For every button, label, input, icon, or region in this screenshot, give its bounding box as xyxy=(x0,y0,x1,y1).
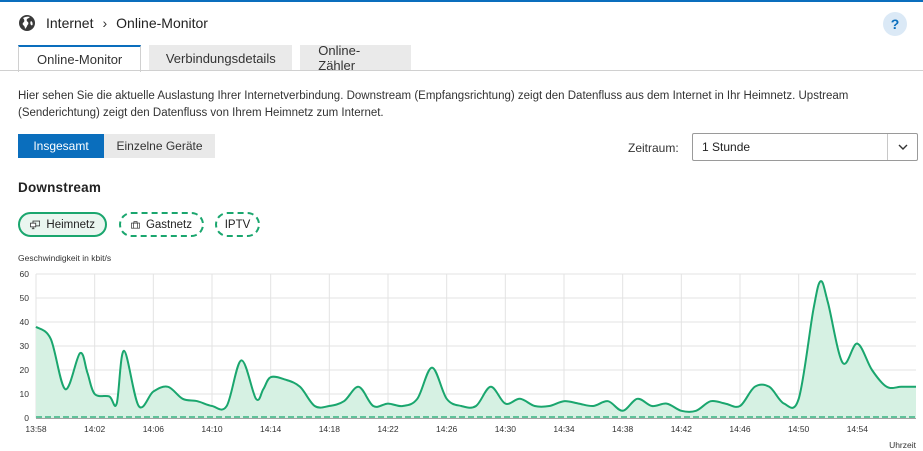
chart-x-tick-label: 14:26 xyxy=(436,424,458,434)
chart-x-tick-label: 14:50 xyxy=(788,424,810,434)
monitor-icon xyxy=(30,220,41,229)
intro-text: Hier sehen Sie die aktuelle Auslastung I… xyxy=(18,90,849,119)
view-devices-button[interactable]: Einzelne Geräte xyxy=(104,134,215,158)
chart-x-tick-label: 13:58 xyxy=(25,424,47,434)
tab-verbindungsdetails[interactable]: Verbindungsdetails xyxy=(149,45,293,71)
chart-y-tick-label: 60 xyxy=(20,269,30,279)
chart-x-tick-label: 14:14 xyxy=(260,424,282,434)
chart-x-tick-label: 14:06 xyxy=(143,424,165,434)
chart-y-tick-label: 20 xyxy=(20,365,30,375)
tab-online-zaehler[interactable]: Online-Zähler xyxy=(300,43,412,73)
chart-x-tick-label: 14:34 xyxy=(553,424,575,434)
zeitraum-value: 1 Stunde xyxy=(702,140,751,154)
chart-y-ticks: 0 10 20 30 40 50 60 xyxy=(20,269,30,423)
help-button[interactable]: ? xyxy=(883,12,907,36)
filter-gastnetz-chip[interactable]: Gastnetz xyxy=(119,212,204,237)
filter-gastnetz-label: Gastnetz xyxy=(145,218,192,231)
chart-x-tick-label: 14:18 xyxy=(319,424,341,434)
chart-x-ticks: 13:58 14:02 14:06 14:10 14:14 14:18 14:22 14:26… xyxy=(25,424,868,434)
chart-x-tick-label: 14:46 xyxy=(729,424,751,434)
chart-x-tick-label: 14:54 xyxy=(847,424,869,434)
tab-online-monitor[interactable]: Online-Monitor xyxy=(18,45,142,72)
chart-series-area xyxy=(36,281,916,418)
zeitraum-label: Zeitraum: xyxy=(628,141,679,155)
filter-heimnetz-chip[interactable]: Heimnetz xyxy=(18,212,107,237)
tab-bar: Online-Monitor Verbindungsdetails Online… xyxy=(18,43,419,73)
globe-icon xyxy=(18,14,36,32)
tab-divider xyxy=(0,70,923,71)
chart-x-tick-label: 14:30 xyxy=(495,424,517,434)
chart-x-tick-label: 14:42 xyxy=(671,424,693,434)
downstream-title: Downstream xyxy=(18,180,102,195)
chart-x-axis-label: Uhrzeit xyxy=(889,440,917,450)
filter-iptv-chip[interactable]: IPTV xyxy=(215,212,260,237)
breadcrumb: Internet › Online-Monitor xyxy=(18,12,208,34)
top-accent-line xyxy=(0,0,923,2)
chart-series xyxy=(35,280,917,418)
chart-y-tick-label: 0 xyxy=(24,413,29,423)
chart-y-tick-label: 10 xyxy=(20,389,30,399)
breadcrumb-current: Online-Monitor xyxy=(116,15,208,31)
view-toggle: Insgesamt Einzelne Geräte xyxy=(18,134,215,158)
filter-heimnetz-label: Heimnetz xyxy=(46,218,95,231)
chart-x-tick-label: 14:22 xyxy=(377,424,399,434)
chevron-down-icon xyxy=(887,134,917,160)
view-all-button[interactable]: Insgesamt xyxy=(18,134,104,158)
chart-y-tick-label: 40 xyxy=(20,317,30,327)
chart-y-tick-label: 30 xyxy=(20,341,30,351)
breadcrumb-root-link[interactable]: Internet xyxy=(46,15,93,31)
chart-x-tick-label: 14:38 xyxy=(612,424,634,434)
chart-y-tick-label: 50 xyxy=(20,293,30,303)
zeitraum-select[interactable]: 1 Stunde xyxy=(692,133,918,161)
chart-y-axis-label: Geschwindigkeit in kbit/s xyxy=(18,253,111,263)
breadcrumb-chevron-icon: › xyxy=(102,15,108,31)
chart-x-tick-label: 14:02 xyxy=(84,424,106,434)
downstream-chart: Geschwindigkeit in kbit/s 0102030405060 … xyxy=(18,253,917,450)
filter-iptv-label: IPTV xyxy=(224,218,251,231)
suitcase-icon xyxy=(131,220,140,229)
chart-x-tick-label: 14:10 xyxy=(201,424,223,434)
